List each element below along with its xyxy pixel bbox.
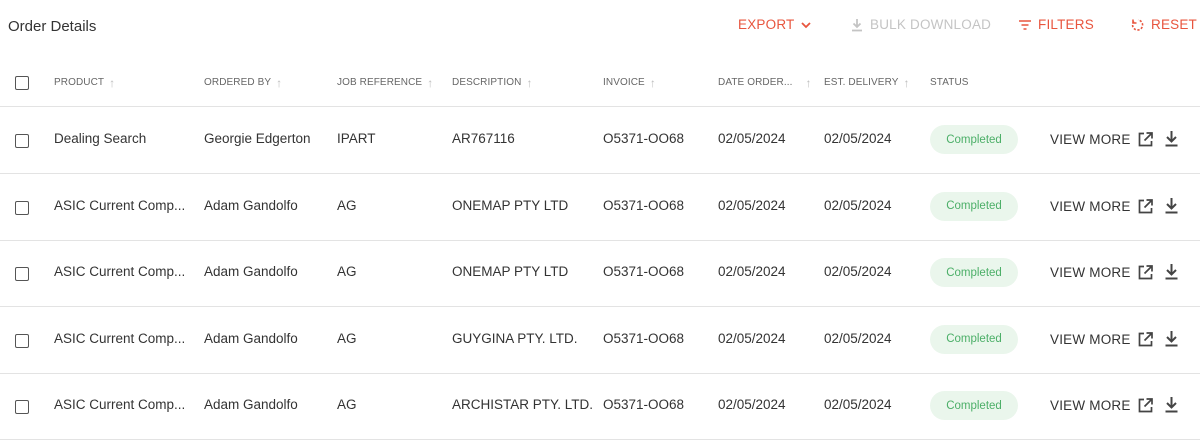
view-more-button[interactable]: VIEW MORE bbox=[1050, 398, 1131, 413]
open-in-new-icon[interactable] bbox=[1137, 264, 1154, 286]
open-in-new-icon[interactable] bbox=[1137, 131, 1154, 153]
download-icon[interactable] bbox=[1164, 263, 1179, 286]
open-in-new-icon[interactable] bbox=[1137, 397, 1154, 419]
bulk-download-label: BULK DOWNLOAD bbox=[870, 17, 992, 32]
description-cell: AR767116 bbox=[452, 131, 515, 146]
table-row: Dealing Search Georgie Edgerton IPART AR767… bbox=[0, 107, 1200, 174]
status-badge: Completed bbox=[930, 191, 1018, 221]
sort-arrow-up-icon: ↑ bbox=[805, 75, 812, 90]
date-ordered-cell: 02/05/2024 bbox=[718, 264, 786, 279]
column-header-job-reference[interactable]: JOB REFERENCE ↑ bbox=[337, 75, 434, 90]
table-row: ASIC Current Comp... Adam Gandolfo AG ONEMA… bbox=[0, 174, 1200, 241]
product-cell: ASIC Current Comp... bbox=[54, 197, 186, 213]
ordered-by-cell: Adam Gandolfo bbox=[204, 264, 298, 279]
invoice-cell: O5371-OO68 bbox=[603, 264, 685, 279]
sort-arrow-up-icon: ↑ bbox=[427, 75, 434, 90]
status-badge: Completed bbox=[930, 324, 1018, 354]
description-cell: GUYGINA PTY. LTD. bbox=[452, 330, 578, 346]
view-more-button[interactable]: VIEW MORE bbox=[1050, 132, 1131, 147]
toolbar: Order Details EXPORT BULK DOWNLOAD FILTE… bbox=[0, 0, 1200, 52]
filters-label: FILTERS bbox=[1038, 17, 1094, 32]
table-row: ASIC Current Comp... Adam Gandolfo AG GUYGI… bbox=[0, 307, 1200, 374]
bulk-download-button[interactable]: BULK DOWNLOAD bbox=[850, 17, 991, 32]
date-ordered-cell: 02/05/2024 bbox=[718, 397, 786, 412]
view-more-button[interactable]: VIEW MORE bbox=[1050, 199, 1131, 214]
invoice-cell: O5371-OO68 bbox=[603, 131, 685, 146]
row-checkbox[interactable] bbox=[15, 400, 29, 414]
column-header-date-ordered[interactable]: DATE ORDER... ↑ bbox=[718, 75, 812, 90]
download-icon bbox=[852, 18, 862, 31]
sort-arrow-up-icon: ↑ bbox=[276, 75, 283, 90]
status-badge: Completed bbox=[930, 391, 1018, 420]
row-checkbox[interactable] bbox=[15, 333, 29, 348]
table-row: ASIC Current Comp... Adam Gandolfo AG ONEMA… bbox=[0, 240, 1200, 307]
sort-arrow-up-icon: ↑ bbox=[649, 75, 656, 90]
date-ordered-cell: 02/05/2024 bbox=[718, 197, 786, 213]
job-reference-cell: IPART bbox=[337, 131, 376, 146]
invoice-cell: O5371-OO68 bbox=[603, 330, 685, 346]
select-all-checkbox[interactable] bbox=[15, 76, 29, 90]
job-reference-cell: AG bbox=[337, 264, 357, 279]
est-delivery-cell: 02/05/2024 bbox=[824, 197, 892, 213]
table-row: ASIC Current Comp... Adam Gandolfo AG ARCHI… bbox=[0, 373, 1200, 440]
column-header-product[interactable]: PRODUCT ↑ bbox=[54, 75, 116, 90]
table-header: PRODUCT ↑ ORDERED BY ↑ JOB REFERENCE ↑ DESC… bbox=[0, 62, 1200, 107]
est-delivery-cell: 02/05/2024 bbox=[824, 264, 892, 279]
export-label: EXPORT bbox=[738, 17, 795, 32]
description-cell: ARCHISTAR PTY. LTD. bbox=[452, 397, 594, 412]
column-header-est-delivery[interactable]: EST. DELIVERY ↑ bbox=[824, 75, 910, 90]
row-checkbox[interactable] bbox=[15, 267, 29, 281]
reset-icon bbox=[1131, 18, 1144, 31]
est-delivery-cell: 02/05/2024 bbox=[824, 397, 892, 412]
product-cell: Dealing Search bbox=[54, 131, 147, 146]
open-in-new-icon[interactable] bbox=[1137, 198, 1154, 220]
description-cell: ONEMAP PTY LTD bbox=[452, 264, 569, 279]
open-in-new-icon[interactable] bbox=[1137, 331, 1154, 353]
chevron-down-icon bbox=[801, 21, 812, 28]
download-icon[interactable] bbox=[1164, 330, 1179, 353]
status-badge: Completed bbox=[930, 258, 1018, 287]
ordered-by-cell: Georgie Edgerton bbox=[204, 131, 311, 146]
invoice-cell: O5371-OO68 bbox=[603, 197, 685, 213]
sort-arrow-up-icon: ↑ bbox=[526, 75, 533, 90]
date-ordered-cell: 02/05/2024 bbox=[718, 330, 786, 346]
job-reference-cell: AG bbox=[337, 197, 357, 213]
column-header-ordered-by[interactable]: ORDERED BY ↑ bbox=[204, 75, 283, 90]
description-cell: ONEMAP PTY LTD bbox=[452, 197, 569, 213]
reset-button[interactable]: RESET bbox=[1131, 17, 1197, 32]
view-more-button[interactable]: VIEW MORE bbox=[1050, 332, 1131, 347]
view-more-button[interactable]: VIEW MORE bbox=[1050, 265, 1131, 280]
export-button[interactable]: EXPORT bbox=[738, 17, 812, 32]
ordered-by-cell: Adam Gandolfo bbox=[204, 397, 298, 412]
ordered-by-cell: Adam Gandolfo bbox=[204, 330, 298, 346]
product-cell: ASIC Current Comp... bbox=[54, 264, 186, 279]
job-reference-cell: AG bbox=[337, 397, 357, 412]
est-delivery-cell: 02/05/2024 bbox=[824, 131, 892, 146]
ordered-by-cell: Adam Gandolfo bbox=[204, 197, 298, 213]
download-icon[interactable] bbox=[1164, 130, 1179, 153]
filter-icon bbox=[1019, 19, 1031, 30]
product-cell: ASIC Current Comp... bbox=[54, 330, 186, 346]
filters-button[interactable]: FILTERS bbox=[1018, 17, 1094, 32]
row-checkbox[interactable] bbox=[15, 200, 29, 215]
column-header-invoice[interactable]: INVOICE ↑ bbox=[603, 75, 656, 90]
sort-arrow-up-icon: ↑ bbox=[903, 75, 910, 90]
sort-arrow-up-icon: ↑ bbox=[109, 75, 116, 90]
date-ordered-cell: 02/05/2024 bbox=[718, 131, 786, 146]
product-cell: ASIC Current Comp... bbox=[54, 397, 186, 412]
download-icon[interactable] bbox=[1164, 197, 1179, 220]
row-checkbox[interactable] bbox=[15, 134, 29, 148]
download-icon[interactable] bbox=[1164, 396, 1179, 419]
reset-label: RESET bbox=[1151, 17, 1198, 32]
job-reference-cell: AG bbox=[337, 330, 357, 346]
est-delivery-cell: 02/05/2024 bbox=[824, 330, 892, 346]
column-header-description[interactable]: DESCRIPTION ↑ bbox=[452, 75, 533, 90]
column-header-status: STATUS bbox=[930, 77, 969, 88]
page-title: Order Details bbox=[8, 18, 97, 35]
status-badge: Completed bbox=[930, 125, 1018, 154]
invoice-cell: O5371-OO68 bbox=[603, 397, 685, 412]
